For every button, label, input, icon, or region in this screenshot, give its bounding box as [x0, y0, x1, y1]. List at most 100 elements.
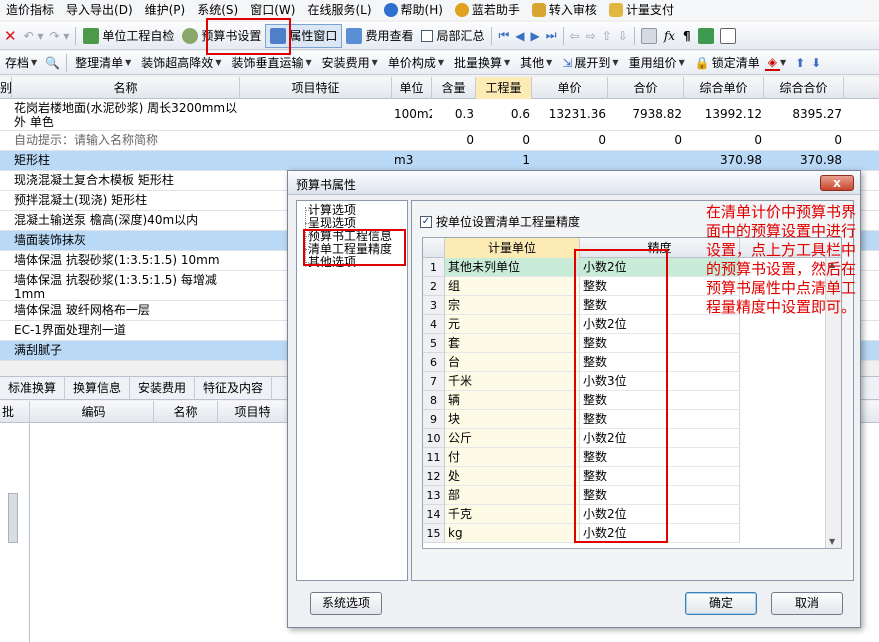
cell-precision[interactable]: 小数2位 [580, 524, 740, 543]
precision-row[interactable]: 14 千克 小数2位 [423, 505, 841, 524]
col-header-feature[interactable]: 项目特征 [240, 77, 392, 99]
cell-precision[interactable]: 整数 [580, 334, 740, 353]
paragraph-icon[interactable]: ¶ [679, 29, 695, 43]
lower-col-code[interactable]: 编码 [34, 401, 154, 423]
cell-composite-total[interactable]: 8395.27 [764, 99, 844, 130]
cell-unit-price[interactable]: 0 [532, 131, 608, 150]
cell-unit[interactable]: 100m2 [392, 99, 432, 130]
cell-name[interactable]: 现浇混凝土复合木模板 矩形柱 [12, 171, 240, 190]
function-icon[interactable]: fx [660, 29, 679, 43]
cell-name[interactable]: 预拌混凝土(现浇) 矩形柱 [12, 191, 240, 210]
menu-measure-pay[interactable]: 计量支付 [603, 0, 680, 20]
precision-row[interactable]: 12 处整数 [423, 467, 841, 486]
precision-row[interactable]: 11 付整数 [423, 448, 841, 467]
menu-transfer-review[interactable]: 转入审核 [526, 0, 603, 20]
menu-window[interactable]: 窗口(W) [244, 0, 301, 20]
cell-composite-unit[interactable]: 13992.12 [684, 99, 764, 130]
cell-name[interactable]: 墙面装饰抹灰 [12, 231, 240, 250]
table-row[interactable]: 花岗岩楼地面(水泥砂浆) 周长3200mm以外 单色 100m2 0.3 0.6… [0, 99, 879, 131]
property-window-button[interactable]: 属性窗口 [265, 23, 343, 48]
col-header-measure-unit[interactable]: 计量单位 [445, 238, 580, 258]
next-icon[interactable]: ▶ [528, 29, 543, 43]
cell-precision[interactable]: 小数2位 [580, 315, 740, 334]
menu-help[interactable]: 帮助(H) [378, 0, 449, 20]
cell-name[interactable]: 矩形柱 [12, 151, 240, 170]
cell-name[interactable]: EC-1界面处理剂一道 [12, 321, 240, 340]
lock-list-button[interactable]: 🔒 锁定清单 [690, 54, 765, 71]
cell-precision[interactable]: 整数 [580, 353, 740, 372]
precision-row[interactable]: 13 部整数 [423, 486, 841, 505]
caret-down-icon[interactable]: ▼ [780, 58, 786, 67]
fee-view-button[interactable]: 费用查看 [342, 24, 417, 48]
table-row[interactable]: 自动提示：请输入名称简称 0 0 0 0 0 0 [0, 131, 879, 151]
cell-measure-unit[interactable]: 公斤 [445, 429, 580, 448]
cell-precision[interactable]: 整数 [580, 486, 740, 505]
organize-list-dropdown[interactable]: 整理清单 ▼ [70, 54, 136, 71]
delete-icon[interactable]: ✕ [0, 27, 21, 45]
cell-amount[interactable]: 0 [476, 131, 532, 150]
cell-name[interactable]: 墙体保温 抗裂砂浆(1:3.5:1.5) 10mm [12, 251, 240, 270]
cell-content[interactable]: 0 [432, 131, 476, 150]
cell-measure-unit[interactable]: 宗 [445, 296, 580, 315]
cell-precision[interactable]: 整数 [580, 410, 740, 429]
tree-item-other-options[interactable]: 其他选项 [304, 256, 356, 269]
cell-measure-unit[interactable]: 付 [445, 448, 580, 467]
cancel-button[interactable]: 取消 [771, 592, 843, 615]
system-options-button[interactable]: 系统选项 [310, 592, 382, 615]
cell-name[interactable]: 满刮腻子 [12, 341, 240, 360]
menu-import-export[interactable]: 导入导出(D) [60, 0, 139, 20]
paint-bucket-icon[interactable]: ◈ [764, 55, 780, 71]
cell-precision[interactable]: 整数 [580, 391, 740, 410]
cell-measure-unit[interactable]: 处 [445, 467, 580, 486]
cell-composite-total[interactable]: 0 [764, 131, 844, 150]
lower-col-feature[interactable]: 项目特 [218, 401, 288, 423]
cell-measure-unit[interactable]: 台 [445, 353, 580, 372]
tab-install-fee[interactable]: 安装费用 [130, 376, 196, 400]
cell-measure-unit[interactable]: 千米 [445, 372, 580, 391]
tab-feature-content[interactable]: 特征及内容 [195, 376, 273, 400]
col-header-total-price[interactable]: 合价 [608, 77, 684, 99]
table-row[interactable]: 矩形柱 m3 1 370.98 370.98 [0, 151, 879, 171]
unit-precision-checkbox[interactable]: ✓ [420, 215, 432, 228]
move-right-icon[interactable]: ⇨ [583, 29, 599, 43]
precision-row[interactable]: 15 kg 小数2位 [423, 524, 841, 543]
cell-composite-total[interactable]: 370.98 [764, 151, 844, 170]
cell-name-hint[interactable]: 自动提示：请输入名称简称 [12, 131, 240, 150]
tab-standard-convert[interactable]: 标准换算 [0, 376, 66, 400]
cell-measure-unit[interactable]: 其他未列单位 [445, 258, 580, 277]
col-header-composite-total[interactable]: 综合合价 [764, 77, 844, 99]
redo-icon[interactable]: ↷ ▾ [46, 29, 72, 43]
cell-measure-unit[interactable]: 块 [445, 410, 580, 429]
col-header-amount[interactable]: 工程量 [476, 77, 532, 99]
cell-measure-unit[interactable]: 元 [445, 315, 580, 334]
precision-row[interactable]: 9 块整数 [423, 410, 841, 429]
first-icon[interactable]: ⏮ [495, 28, 512, 43]
cell-name[interactable]: 混凝土输送泵 檐高(深度)40m以内 [12, 211, 240, 230]
cell-unit[interactable]: m3 [392, 151, 432, 170]
arrow-down-icon[interactable]: ⬇ [808, 56, 824, 70]
ok-button[interactable]: 确定 [685, 592, 757, 615]
cell-composite-unit[interactable]: 370.98 [684, 151, 764, 170]
cell-precision[interactable]: 整数 [580, 448, 740, 467]
cell-total-price[interactable]: 7938.82 [608, 99, 684, 130]
unit-precision-toggle[interactable]: ✓ 按单位设置清单工程量精度 [420, 213, 580, 230]
menu-assistant[interactable]: 蓝若助手 [449, 0, 526, 20]
lower-scrollbar[interactable] [8, 493, 18, 543]
scroll-down-icon[interactable]: ▼ [829, 537, 835, 546]
col-header-name[interactable]: 名称 [12, 77, 240, 99]
close-button[interactable]: x [820, 175, 854, 191]
decor-height-dropdown[interactable]: 装饰超高降效 ▼ [136, 54, 226, 71]
cell-content[interactable]: 0.3 [432, 99, 476, 130]
col-header-unit-price[interactable]: 单价 [532, 77, 608, 99]
move-down-icon[interactable]: ⇩ [615, 29, 631, 43]
batch-convert-dropdown[interactable]: 批量换算 ▼ [449, 54, 515, 71]
cell-measure-unit[interactable]: 辆 [445, 391, 580, 410]
precision-row[interactable]: 6 台整数 [423, 353, 841, 372]
budget-settings-button[interactable]: 预算书设置 [178, 24, 265, 48]
lower-col-name[interactable]: 名称 [154, 401, 218, 423]
move-up-icon[interactable]: ⇧ [599, 29, 615, 43]
last-icon[interactable]: ⏭ [543, 28, 560, 43]
col-header-composite-unit[interactable]: 综合单价 [684, 77, 764, 99]
precision-row[interactable]: 8 辆整数 [423, 391, 841, 410]
calculator-icon[interactable] [640, 27, 657, 44]
